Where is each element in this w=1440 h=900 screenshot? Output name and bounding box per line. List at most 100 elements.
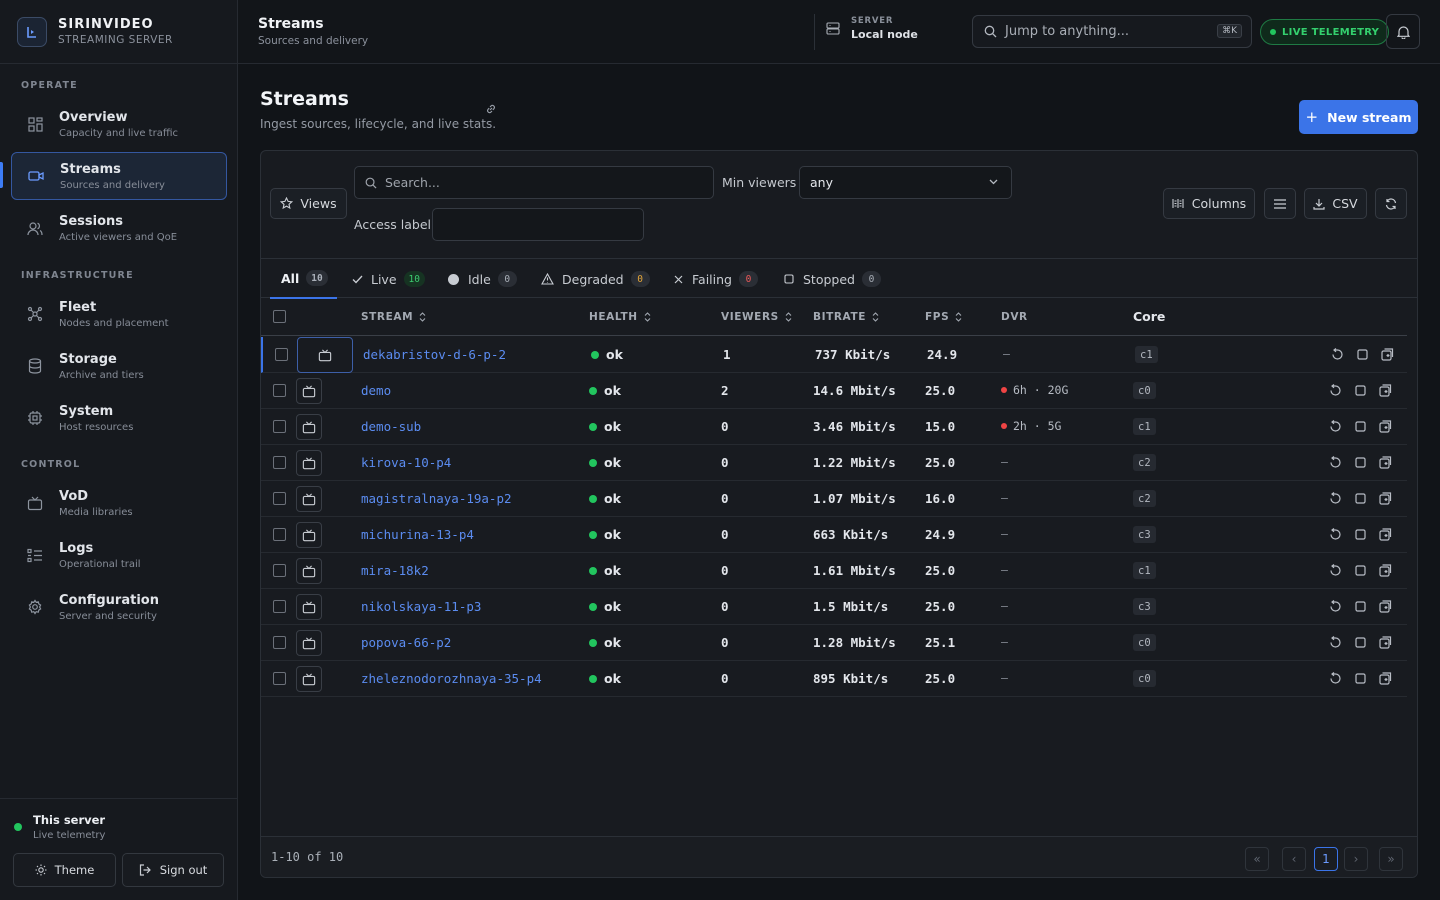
tab-all[interactable]: All 10 xyxy=(270,259,337,299)
columns-button[interactable]: Columns xyxy=(1163,188,1255,219)
stream-name-link[interactable]: nikolskaya-11-p3 xyxy=(361,599,481,614)
duplicate-button[interactable] xyxy=(1379,636,1392,649)
table-row[interactable]: kirova-10-p4 ok 0 1.22 Mbit/s 25.0 — c2 xyxy=(261,445,1407,481)
sidebar-item-vod[interactable]: VoD Media libraries xyxy=(11,479,227,527)
live-telemetry-badge[interactable]: LIVE TELEMETRY xyxy=(1260,19,1390,45)
command-search[interactable]: Jump to anything... ⌘K xyxy=(972,15,1252,48)
stream-name-link[interactable]: demo xyxy=(361,383,391,398)
stop-button[interactable] xyxy=(1357,349,1368,360)
table-row[interactable]: demo ok 2 14.6 Mbit/s 25.0 6h · 20G c0 xyxy=(261,373,1407,409)
restart-button[interactable] xyxy=(1329,672,1342,685)
duplicate-button[interactable] xyxy=(1379,528,1392,541)
stop-button[interactable] xyxy=(1355,529,1366,540)
stop-button[interactable] xyxy=(1355,601,1366,612)
server-selector[interactable]: SERVER Local node xyxy=(826,16,918,41)
prev-page-button[interactable]: ‹ xyxy=(1282,847,1306,871)
stream-name-link[interactable]: dekabristov-d-6-p-2 xyxy=(363,347,506,362)
column-header-stream[interactable]: STREAM xyxy=(361,311,426,323)
stop-button[interactable] xyxy=(1355,493,1366,504)
sign-out-button[interactable]: Sign out xyxy=(122,853,224,887)
new-stream-button[interactable]: + New stream xyxy=(1299,100,1418,134)
tab-live[interactable]: Live 10 xyxy=(352,259,425,299)
restart-button[interactable] xyxy=(1329,636,1342,649)
sidebar-item-storage[interactable]: Storage Archive and tiers xyxy=(11,342,227,390)
table-row[interactable]: popova-66-p2 ok 0 1.28 Mbit/s 25.1 — c0 xyxy=(261,625,1407,661)
duplicate-button[interactable] xyxy=(1379,672,1392,685)
sidebar-item-overview[interactable]: Overview Capacity and live traffic xyxy=(11,100,227,148)
csv-export-button[interactable]: CSV xyxy=(1304,188,1367,219)
tab-degraded[interactable]: Degraded 0 xyxy=(541,259,650,299)
stream-name-link[interactable]: demo-sub xyxy=(361,419,421,434)
stop-button[interactable] xyxy=(1355,457,1366,468)
table-row[interactable]: magistralnaya-19a-p2 ok 0 1.07 Mbit/s 16.0 — c… xyxy=(261,481,1407,517)
stop-button[interactable] xyxy=(1355,565,1366,576)
row-checkbox[interactable] xyxy=(275,348,288,361)
stream-preview-button[interactable] xyxy=(296,414,322,440)
column-header-viewers[interactable]: VIEWERS xyxy=(721,311,792,323)
stop-button[interactable] xyxy=(1355,637,1366,648)
stream-preview-button[interactable] xyxy=(296,666,322,692)
table-row[interactable]: nikolskaya-11-p3 ok 0 1.5 Mbit/s 25.0 — c3 xyxy=(261,589,1407,625)
stream-preview-button[interactable] xyxy=(296,558,322,584)
table-row[interactable]: mira-18k2 ok 0 1.61 Mbit/s 25.0 — c1 xyxy=(261,553,1407,589)
tab-failing[interactable]: Failing 0 xyxy=(674,259,758,299)
access-label-input[interactable] xyxy=(432,208,644,241)
table-row[interactable]: demo-sub ok 0 3.46 Mbit/s 15.0 2h · 5G c1 xyxy=(261,409,1407,445)
stream-preview-button[interactable] xyxy=(296,450,322,476)
restart-button[interactable] xyxy=(1329,456,1342,469)
views-button[interactable]: Views xyxy=(270,188,347,219)
page-button-current[interactable]: 1 xyxy=(1314,847,1338,871)
tab-stopped[interactable]: Stopped 0 xyxy=(784,259,881,299)
duplicate-button[interactable] xyxy=(1379,384,1392,397)
stream-name-link[interactable]: kirova-10-p4 xyxy=(361,455,451,470)
search-input[interactable]: Search... xyxy=(354,166,714,199)
notifications-button[interactable] xyxy=(1386,14,1420,49)
select-all-checkbox[interactable] xyxy=(273,310,286,323)
stream-name-link[interactable]: zheleznodorozhnaya-35-p4 xyxy=(361,671,542,686)
restart-button[interactable] xyxy=(1329,528,1342,541)
row-checkbox[interactable] xyxy=(273,420,286,433)
stop-button[interactable] xyxy=(1355,421,1366,432)
link-icon[interactable] xyxy=(485,103,497,115)
column-header-fps[interactable]: FPS xyxy=(925,311,962,323)
duplicate-button[interactable] xyxy=(1379,420,1392,433)
stream-preview-button[interactable] xyxy=(296,522,322,548)
stream-preview-button[interactable] xyxy=(296,486,322,512)
first-page-button[interactable]: « xyxy=(1245,847,1269,871)
sidebar-item-streams[interactable]: Streams Sources and delivery xyxy=(11,152,227,200)
table-row[interactable]: michurina-13-p4 ok 0 663 Kbit/s 24.9 — c3 xyxy=(261,517,1407,553)
row-checkbox[interactable] xyxy=(273,384,286,397)
table-row[interactable]: dekabristov-d-6-p-2 ok 1 737 Kbit/s 24.9 — c1 xyxy=(261,337,1407,373)
row-checkbox[interactable] xyxy=(273,600,286,613)
stream-name-link[interactable]: michurina-13-p4 xyxy=(361,527,474,542)
stream-preview-button[interactable] xyxy=(296,378,322,404)
refresh-button[interactable] xyxy=(1375,188,1407,219)
stream-name-link[interactable]: popova-66-p2 xyxy=(361,635,451,650)
table-row[interactable]: zheleznodorozhnaya-35-p4 ok 0 895 Kbit/s 25.… xyxy=(261,661,1407,697)
restart-button[interactable] xyxy=(1329,564,1342,577)
restart-button[interactable] xyxy=(1329,384,1342,397)
restart-button[interactable] xyxy=(1329,492,1342,505)
duplicate-button[interactable] xyxy=(1379,600,1392,613)
duplicate-button[interactable] xyxy=(1379,492,1392,505)
restart-button[interactable] xyxy=(1331,348,1344,361)
restart-button[interactable] xyxy=(1329,600,1342,613)
duplicate-button[interactable] xyxy=(1379,456,1392,469)
sidebar-item-system[interactable]: System Host resources xyxy=(11,394,227,442)
row-checkbox[interactable] xyxy=(273,672,286,685)
row-checkbox[interactable] xyxy=(273,528,286,541)
stop-button[interactable] xyxy=(1355,673,1366,684)
min-viewers-select[interactable]: any xyxy=(799,166,1012,199)
next-page-button[interactable]: › xyxy=(1344,847,1368,871)
stream-preview-button[interactable] xyxy=(296,594,322,620)
sidebar-item-logs[interactable]: Logs Operational trail xyxy=(11,531,227,579)
row-checkbox[interactable] xyxy=(273,636,286,649)
stream-preview-button[interactable] xyxy=(296,630,322,656)
column-header-health[interactable]: HEALTH xyxy=(589,311,651,323)
duplicate-button[interactable] xyxy=(1381,348,1394,361)
column-header-bitrate[interactable]: BITRATE xyxy=(813,311,879,323)
row-checkbox[interactable] xyxy=(273,492,286,505)
stream-preview-button[interactable] xyxy=(297,337,353,373)
row-checkbox[interactable] xyxy=(273,564,286,577)
stream-name-link[interactable]: mira-18k2 xyxy=(361,563,429,578)
